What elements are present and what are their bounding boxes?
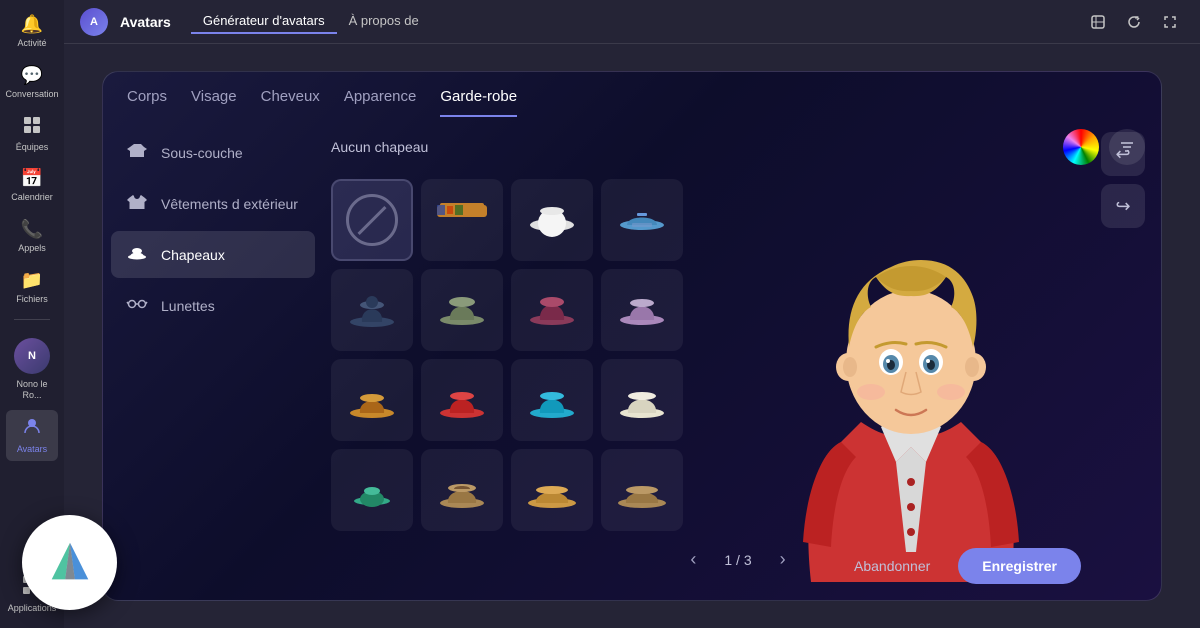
undo-button[interactable]: ↩ xyxy=(1101,132,1145,176)
sidebar-item-avatars[interactable]: Avatars xyxy=(6,410,58,461)
hat-item-12[interactable] xyxy=(331,449,413,531)
sidebar-item-activite[interactable]: 🔔 Activité xyxy=(6,8,58,55)
topbar-avatar: A xyxy=(80,8,108,36)
avatar-svg xyxy=(741,152,1081,582)
hat-item-none[interactable] xyxy=(331,179,413,261)
nav-label-vetements: Vêtements d extérieur xyxy=(161,196,298,212)
cat-tab-cheveux[interactable]: Cheveux xyxy=(261,88,320,117)
sidebar-label-conversation: Conversation xyxy=(5,89,58,100)
no-hat-line xyxy=(358,206,387,235)
outerwear-icon xyxy=(125,190,149,217)
category-tabs: Corps Visage Cheveux Apparence Garde-rob… xyxy=(103,72,1161,117)
sidebar-item-fichiers[interactable]: 📁 Fichiers xyxy=(6,264,58,311)
nav-label-lunettes: Lunettes xyxy=(161,298,215,314)
hat-item-2[interactable] xyxy=(511,179,593,261)
logo-circle xyxy=(22,515,117,610)
hat-item-9[interactable] xyxy=(421,359,503,441)
sidebar-item-appels[interactable]: 📞 Appels xyxy=(6,213,58,260)
sidebar-divider xyxy=(14,319,50,320)
hat-item-8[interactable] xyxy=(331,359,413,441)
chat-icon: 💬 xyxy=(21,65,43,86)
redo-button[interactable]: ↪ xyxy=(1101,184,1145,228)
main-area: A Avatars Générateur d'avatars À propos … xyxy=(64,0,1200,628)
hat-item-4[interactable] xyxy=(331,269,413,351)
topbar: A Avatars Générateur d'avatars À propos … xyxy=(64,0,1200,44)
avatar-preview xyxy=(731,122,1091,582)
popout-icon[interactable] xyxy=(1084,8,1112,36)
avatars-icon xyxy=(22,416,42,441)
topbar-icons xyxy=(1084,8,1184,36)
cat-tab-corps[interactable]: Corps xyxy=(127,88,167,117)
nav-item-sous-couche[interactable]: Sous-couche xyxy=(111,129,315,176)
hat-item-3[interactable] xyxy=(601,179,683,261)
nav-item-chapeaux[interactable]: Chapeaux xyxy=(111,231,315,278)
right-controls: ↩ ↪ xyxy=(1101,132,1145,228)
cat-tab-visage[interactable]: Visage xyxy=(191,88,237,117)
hat-item-15[interactable] xyxy=(601,449,683,531)
bottom-actions: Abandonner Enregistrer xyxy=(838,548,1081,584)
no-hat-circle xyxy=(346,194,398,246)
cat-tab-garderobe[interactable]: Garde-robe xyxy=(440,88,517,117)
topbar-tabs: Générateur d'avatars À propos de xyxy=(191,9,431,34)
hat-item-14[interactable] xyxy=(511,449,593,531)
hat-item-10[interactable] xyxy=(511,359,593,441)
sidebar-label-avatars: Avatars xyxy=(17,444,47,455)
content-area: Corps Visage Cheveux Apparence Garde-rob… xyxy=(64,44,1200,628)
hat-item-13[interactable] xyxy=(421,449,503,531)
nav-label-chapeaux: Chapeaux xyxy=(161,247,225,263)
hat-item-7[interactable] xyxy=(601,269,683,351)
expand-icon[interactable] xyxy=(1156,8,1184,36)
sidebar-label-user: Nono le Ro... xyxy=(10,379,54,401)
phone-icon: 📞 xyxy=(21,219,43,240)
bell-icon: 🔔 xyxy=(21,14,43,35)
left-nav: Sous-couche Vêtements d extérieur xyxy=(103,117,323,600)
sidebar-item-user[interactable]: N Nono le Ro... xyxy=(6,328,58,407)
sidebar-item-equipes[interactable]: Équipes xyxy=(6,110,58,159)
editor-panel: Corps Visage Cheveux Apparence Garde-rob… xyxy=(102,71,1162,601)
nav-label-sous-couche: Sous-couche xyxy=(161,145,243,161)
sidebar-label-equipes: Équipes xyxy=(16,142,49,153)
nav-item-vetements[interactable]: Vêtements d extérieur xyxy=(111,180,315,227)
sidebar-item-calendrier[interactable]: 📅 Calendrier xyxy=(6,162,58,209)
topbar-title: Avatars xyxy=(120,14,171,30)
hat-item-6[interactable] xyxy=(511,269,593,351)
hat-item-1[interactable] xyxy=(421,179,503,261)
teams-icon xyxy=(23,116,41,139)
calendar-icon: 📅 xyxy=(21,168,43,189)
save-button[interactable]: Enregistrer xyxy=(958,548,1081,584)
user-avatar: N xyxy=(14,338,50,374)
files-icon: 📁 xyxy=(21,270,43,291)
sidebar-label-fichiers: Fichiers xyxy=(16,294,48,305)
logo-inner xyxy=(44,537,96,589)
cat-tab-apparence[interactable]: Apparence xyxy=(344,88,417,117)
tab-generator[interactable]: Générateur d'avatars xyxy=(191,9,337,34)
nav-item-lunettes[interactable]: Lunettes xyxy=(111,282,315,329)
hat-icon xyxy=(125,241,149,268)
prev-page-button[interactable]: ‹ xyxy=(682,545,704,574)
sidebar-label-calendrier: Calendrier xyxy=(11,192,53,203)
sidebar-label-activite: Activité xyxy=(17,38,46,49)
abandon-button[interactable]: Abandonner xyxy=(838,550,946,582)
hat-item-11[interactable] xyxy=(601,359,683,441)
sidebar-label-appels: Appels xyxy=(18,243,46,254)
refresh-icon[interactable] xyxy=(1120,8,1148,36)
logo-svg xyxy=(44,536,96,590)
sidebar-item-conversation[interactable]: 💬 Conversation xyxy=(6,59,58,106)
undershirt-icon xyxy=(125,139,149,166)
tab-about[interactable]: À propos de xyxy=(337,9,431,34)
hat-item-5[interactable] xyxy=(421,269,503,351)
glasses-icon xyxy=(125,292,149,319)
